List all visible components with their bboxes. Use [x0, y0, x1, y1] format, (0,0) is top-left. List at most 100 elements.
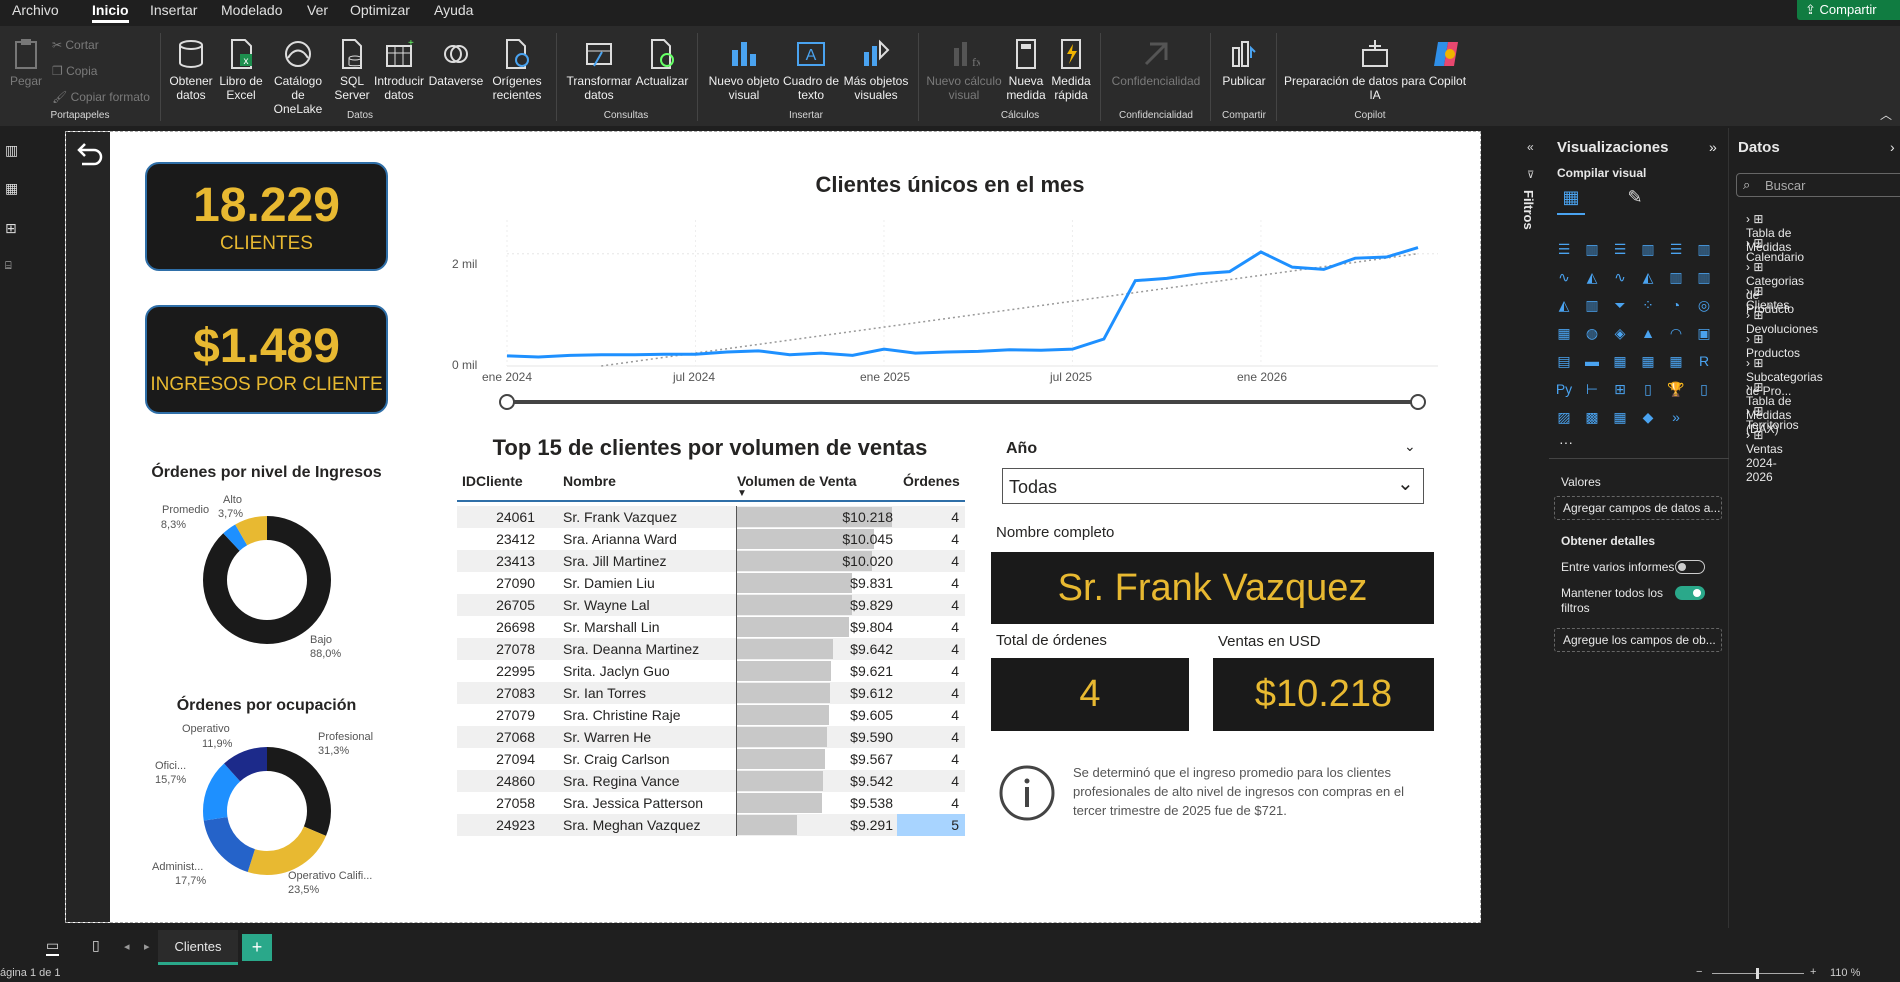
visual-type-icon[interactable]: ◈ [1611, 324, 1629, 342]
visual-type-icon[interactable]: ∿ [1555, 268, 1573, 286]
zoom-in-icon[interactable]: + [1810, 966, 1816, 978]
visual-type-icon[interactable]: ⁘ [1639, 296, 1657, 314]
table-row[interactable]: 27083 Sr. Ian Torres $9.612 4 [457, 682, 965, 704]
sensitivity-button[interactable]: Confidencialidad [1108, 38, 1204, 88]
new-visual-calc-button[interactable]: fx Nuevo cálculo visual [924, 38, 1004, 102]
more-visuals-button[interactable]: Más objetos visuales [840, 38, 912, 102]
menu-insertar[interactable]: Insertar [150, 0, 197, 20]
next-page-icon[interactable]: ▸ [144, 940, 150, 953]
visual-type-icon[interactable]: ▲ [1639, 324, 1657, 342]
visual-type-icon[interactable]: ▯ [1639, 380, 1657, 398]
publish-button[interactable]: Publicar [1218, 38, 1270, 88]
table-row[interactable]: 27090 Sr. Damien Liu $9.831 4 [457, 572, 965, 594]
table-row[interactable]: 24923 Sra. Meghan Vazquez $9.291 5 [457, 814, 965, 836]
collapse-data-pane-icon[interactable]: › [1890, 139, 1895, 155]
paste-button[interactable]: Pegar [10, 38, 42, 88]
collapse-ribbon-icon[interactable]: ︿ [1880, 106, 1892, 123]
menu-inicio[interactable]: Inicio [92, 0, 129, 23]
collapse-left-icon[interactable]: « [1527, 140, 1534, 154]
model-view-icon[interactable]: ⊞ [5, 220, 17, 237]
prev-page-icon[interactable]: ◂ [124, 940, 130, 953]
visual-type-icon[interactable]: ▥ [1695, 240, 1713, 258]
format-painter-button[interactable]: 🖌 Copiar formato [52, 90, 150, 104]
visual-type-icon[interactable]: ▯ [1695, 380, 1713, 398]
keep-filters-toggle[interactable] [1675, 586, 1705, 600]
excel-button[interactable]: x Libro de Excel [218, 38, 264, 102]
visual-type-icon[interactable]: ⊢ [1583, 380, 1601, 398]
table-row[interactable]: 22995 Srita. Jaclyn Guo $9.621 4 [457, 660, 965, 682]
table-view-icon[interactable]: ▦ [5, 180, 18, 197]
filters-pane[interactable]: « ⊽ Filtros [1513, 128, 1548, 928]
dax-view-icon[interactable]: ⌸ [5, 260, 12, 273]
recent-sources-button[interactable]: Orígenes recientes [488, 38, 546, 102]
visual-type-icon[interactable]: ◔ [1667, 296, 1685, 314]
dataverse-button[interactable]: Dataverse [428, 38, 484, 88]
new-measure-button[interactable]: Nueva medida [1004, 38, 1048, 102]
visual-type-icon[interactable]: ▣ [1695, 324, 1713, 342]
visual-type-icon[interactable]: ▦ [1611, 408, 1629, 426]
table-row[interactable]: 23413 Sra. Jill Martinez $10.020 4 [457, 550, 965, 572]
visual-type-icon[interactable]: 🏆 [1667, 380, 1685, 398]
tab-clientes[interactable]: Clientes [158, 930, 238, 965]
visual-type-icon[interactable]: ▥ [1583, 296, 1601, 314]
more-visuals-ellipsis-icon[interactable]: ··· [1559, 434, 1573, 450]
sql-server-button[interactable]: SQL Server [334, 38, 370, 102]
refresh-button[interactable]: Actualizar [634, 38, 690, 88]
table-row[interactable]: 24061 Sr. Frank Vazquez $10.218 4 [457, 506, 965, 528]
menu-ver[interactable]: Ver [307, 0, 328, 20]
expand-right-icon[interactable]: » [1709, 139, 1717, 155]
add-page-button[interactable]: + [242, 934, 272, 961]
table-row[interactable]: 27079 Sra. Christine Raje $9.605 4 [457, 704, 965, 726]
visual-type-icon[interactable]: ☰ [1611, 240, 1629, 258]
table-row[interactable]: 27068 Sr. Warren He $9.590 4 [457, 726, 965, 748]
desktop-layout-icon[interactable]: ▭ [46, 937, 60, 956]
visual-type-icon[interactable]: ◍ [1583, 324, 1601, 342]
onelake-button[interactable]: Catálogo de OneLake [266, 38, 330, 116]
back-arrow-icon[interactable] [72, 138, 104, 170]
new-visual-button[interactable]: Nuevo objeto visual [704, 38, 784, 102]
drillthrough-drop-zone[interactable]: Agregue los campos de ob... [1554, 628, 1722, 652]
data-table-item[interactable]: › ⊞ Ventas 2024-2026 [1746, 428, 1783, 484]
slicer-collapse-icon[interactable]: ⌄ [1404, 438, 1416, 455]
visual-type-icon[interactable]: ◎ [1695, 296, 1713, 314]
share-button[interactable]: ⇪ Compartir [1797, 0, 1900, 20]
visual-type-icon[interactable]: ▦ [1611, 352, 1629, 370]
header-idcliente[interactable]: IDCliente [462, 473, 523, 489]
values-drop-zone[interactable]: Agregar campos de datos a... [1554, 496, 1722, 520]
table-row[interactable]: 27094 Sr. Craig Carlson $9.567 4 [457, 748, 965, 770]
data-search-box[interactable]: ⌕ Buscar [1736, 173, 1900, 197]
visual-type-icon[interactable]: ∿ [1611, 268, 1629, 286]
visual-type-icon[interactable]: » [1667, 408, 1685, 426]
cross-report-toggle[interactable] [1675, 560, 1705, 574]
visual-type-icon[interactable]: ▥ [1667, 268, 1685, 286]
table-row[interactable]: 23412 Sra. Arianna Ward $10.045 4 [457, 528, 965, 550]
visual-type-icon[interactable]: ▦ [1639, 352, 1657, 370]
visual-type-icon[interactable]: ▩ [1583, 408, 1601, 426]
visual-type-icon[interactable]: ☰ [1555, 240, 1573, 258]
menu-ayuda[interactable]: Ayuda [434, 0, 473, 20]
textbox-button[interactable]: A Cuadro de texto [782, 38, 840, 102]
cut-button[interactable]: ✂ Cortar [52, 38, 99, 52]
enter-data-button[interactable]: + Introducir datos [374, 38, 424, 102]
visual-type-icon[interactable]: ▥ [1639, 240, 1657, 258]
table-row[interactable]: 26698 Sr. Marshall Lin $9.804 4 [457, 616, 965, 638]
visual-type-icon[interactable]: ▦ [1667, 352, 1685, 370]
header-ordenes[interactable]: Órdenes [903, 473, 960, 489]
table-row[interactable]: 24860 Sra. Regina Vance $9.542 4 [457, 770, 965, 792]
visual-type-icon[interactable]: ▤ [1555, 352, 1573, 370]
visual-type-icon[interactable]: ⏷ [1611, 296, 1629, 314]
range-slider-end-handle[interactable] [1410, 394, 1426, 410]
visual-type-icon[interactable]: ▨ [1555, 408, 1573, 426]
table-row[interactable]: 26705 Sr. Wayne Lal $9.829 4 [457, 594, 965, 616]
visual-type-icon[interactable]: ▥ [1583, 240, 1601, 258]
header-volumen[interactable]: Volumen de Venta [737, 473, 857, 489]
table-row[interactable]: 27058 Sra. Jessica Patterson $9.538 4 [457, 792, 965, 814]
visual-type-icon[interactable]: ⊞ [1611, 380, 1629, 398]
visual-type-icon[interactable]: ◠ [1667, 324, 1685, 342]
range-slider-start-handle[interactable] [499, 394, 515, 410]
visual-type-icon[interactable]: ▬ [1583, 352, 1601, 370]
header-nombre[interactable]: Nombre [563, 473, 616, 489]
visual-type-icon[interactable]: Py [1555, 380, 1573, 398]
visual-type-icon[interactable]: ◭ [1555, 296, 1573, 314]
get-data-button[interactable]: Obtener datos [168, 38, 214, 102]
